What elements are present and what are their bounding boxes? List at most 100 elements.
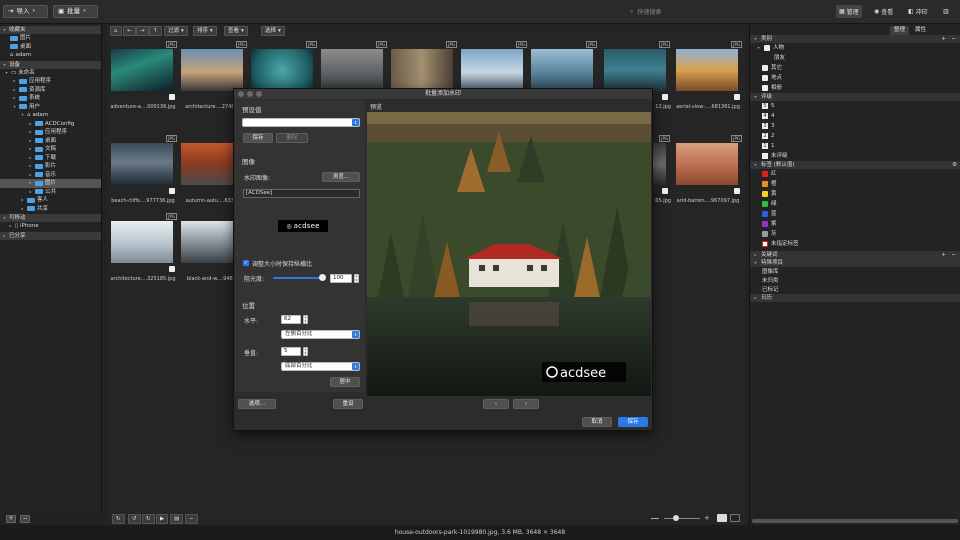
tree-node[interactable]: ▸ 应用程序	[0, 128, 101, 137]
tree-node[interactable]: ▾ ▭ 未命名	[0, 69, 101, 78]
section-removable[interactable]: ▾ 可移动	[0, 214, 101, 222]
close-icon[interactable]	[238, 91, 244, 97]
section-keywords[interactable]: ▸ 关键词 + −	[750, 251, 960, 259]
add-icon[interactable]: +	[941, 35, 946, 43]
thumbnail[interactable]: JPG beach-cliffs....977736.jpg	[108, 134, 178, 214]
minimize-icon[interactable]	[247, 91, 253, 97]
thumbnail[interactable]: JPG aerial-view-....681361.jpg	[673, 40, 743, 120]
tree-node[interactable]: ▾ ⌂ adam	[0, 111, 101, 120]
import-button[interactable]: ⇥ 导入 ▾	[3, 5, 48, 18]
special-item[interactable]: 已标记	[750, 285, 960, 294]
tree-node[interactable]: ▸ 应用程序	[0, 77, 101, 86]
save-button[interactable]: 保存	[618, 417, 648, 427]
horizontal-mode-select[interactable]: 左侧百分比 ⇕	[281, 330, 360, 339]
category-checkbox[interactable]	[762, 65, 768, 71]
favorite-item[interactable]: 桌面	[0, 43, 101, 52]
tree-node[interactable]: ▸ 客人	[0, 196, 101, 205]
tree-node[interactable]: ▸ 影片	[0, 162, 101, 171]
preset-select[interactable]: ⇕	[242, 118, 360, 127]
favorite-item[interactable]: ⌂ adam	[0, 51, 101, 60]
opacity-stepper[interactable]: ▴ ▾	[354, 274, 359, 283]
vertical-input[interactable]: 5	[281, 347, 301, 356]
remove-icon[interactable]: −	[951, 251, 956, 259]
compare-icon[interactable]: ▤	[170, 514, 184, 524]
thumbnail-checkbox[interactable]	[169, 94, 175, 100]
special-item[interactable]: 图像库	[750, 267, 960, 276]
label-item[interactable]: 橙	[750, 179, 960, 189]
mode-develop[interactable]: ◧ 冲印	[905, 5, 931, 18]
section-favorites[interactable]: ▾ 收藏夹	[0, 26, 101, 34]
thumbnail-checkbox[interactable]	[169, 188, 175, 194]
back-icon[interactable]: ←	[123, 26, 136, 36]
category-item[interactable]: 其它	[750, 63, 960, 73]
label-item[interactable]: 紫	[750, 219, 960, 229]
view-button[interactable]: 查看 ▾	[224, 26, 248, 36]
watermark-path-field[interactable]: [ACDSee]	[243, 189, 360, 198]
tab-properties[interactable]: 属性	[911, 26, 930, 35]
label-item[interactable]: 未指定标签	[750, 239, 960, 249]
rating-item[interactable]: 44	[750, 111, 960, 121]
cancel-button[interactable]: 取消	[582, 417, 612, 427]
category-item[interactable]: 地点	[750, 73, 960, 83]
tree-node[interactable]: ▸ 下载	[0, 154, 101, 163]
slideshow-icon[interactable]: ▶	[156, 514, 169, 524]
quick-search-input[interactable]: ⌕ 快速搜索	[630, 6, 825, 17]
next-button[interactable]: ›	[513, 399, 539, 409]
label-item[interactable]: 绿	[750, 199, 960, 209]
category-item[interactable]: 朋友	[750, 53, 960, 63]
section-special-items[interactable]: ▾ 特殊项目	[750, 259, 960, 267]
category-checkbox[interactable]	[762, 75, 768, 81]
rotate-left-icon[interactable]: ↺	[128, 514, 141, 524]
opacity-slider-handle[interactable]	[319, 274, 327, 281]
add-button[interactable]: +	[6, 515, 16, 523]
opacity-input[interactable]: 100	[330, 274, 352, 283]
tree-node-selected[interactable]: ▸ 图片	[0, 179, 101, 188]
zoom-in-icon[interactable]: +	[704, 514, 710, 522]
section-shared[interactable]: ▸ 已分享	[0, 231, 101, 240]
thumbnail-view-icon[interactable]	[717, 514, 727, 522]
rating-item[interactable]: 11	[750, 141, 960, 151]
zoom-slider[interactable]	[664, 518, 700, 519]
tree-node[interactable]: ▸ 音乐	[0, 171, 101, 180]
mode-manage[interactable]: ▦ 管理	[836, 5, 862, 18]
thumbnail-checkbox[interactable]	[662, 188, 668, 194]
tree-node[interactable]: ▸ 公共	[0, 188, 101, 197]
tab-organize[interactable]: 整理	[889, 26, 909, 35]
section-categories[interactable]: ▾ 类别 + −	[750, 35, 960, 43]
gear-icon[interactable]: ⚙	[952, 161, 957, 169]
thumbnail-checkbox[interactable]	[734, 188, 740, 194]
layout-icon[interactable]: ▥	[940, 5, 952, 18]
tree-node[interactable]: ▸ 资源库	[0, 86, 101, 95]
add-icon[interactable]: +	[941, 251, 946, 259]
delete-preset-button[interactable]: 删除	[276, 133, 308, 143]
horizontal-input[interactable]: 62	[281, 315, 301, 324]
collapse-icon[interactable]: −	[185, 514, 198, 524]
favorite-item[interactable]: 图片	[0, 34, 101, 43]
horizontal-scrollbar[interactable]	[752, 519, 958, 523]
options-button[interactable]: 选项...	[238, 399, 276, 409]
tree-node[interactable]: ▸ ▯ iPhone	[0, 222, 101, 231]
thumbnail[interactable]: JPG adventure-a....009136.jpg	[108, 40, 178, 120]
zoom-slider-handle[interactable]	[673, 515, 679, 521]
up-icon[interactable]: ↑	[149, 26, 162, 36]
category-checkbox[interactable]	[762, 85, 768, 91]
rotate-right-icon[interactable]: ↻	[142, 514, 155, 524]
tree-node[interactable]: ▾ 用户	[0, 103, 101, 112]
zoom-icon[interactable]	[256, 91, 262, 97]
section-labels[interactable]: ▾ 标签 (默认值) ⚙	[750, 161, 960, 169]
category-item[interactable]: ▾ 人物	[750, 43, 960, 53]
tree-node[interactable]: ▸ 系统	[0, 94, 101, 103]
category-checkbox[interactable]	[764, 45, 770, 51]
thumbnail-checkbox[interactable]	[662, 94, 668, 100]
horizontal-stepper[interactable]: ▴ ▾	[303, 315, 308, 324]
thumbnail[interactable]: JPG arid-barren....967097.jpg	[673, 134, 743, 214]
tree-node[interactable]: ▸ 桌面	[0, 137, 101, 146]
batch-button[interactable]: ▣ 批量 ▾	[53, 5, 98, 18]
thumbnail[interactable]: JPG architecture....325185.jpg	[108, 212, 178, 292]
rotate-icon[interactable]: ↻	[112, 514, 125, 524]
remove-button[interactable]: −	[20, 515, 30, 523]
vertical-stepper[interactable]: ▴ ▾	[303, 347, 308, 356]
forward-icon[interactable]: →	[136, 26, 149, 36]
home-icon[interactable]: ⌂	[110, 26, 122, 36]
center-button[interactable]: 居中	[330, 377, 360, 387]
